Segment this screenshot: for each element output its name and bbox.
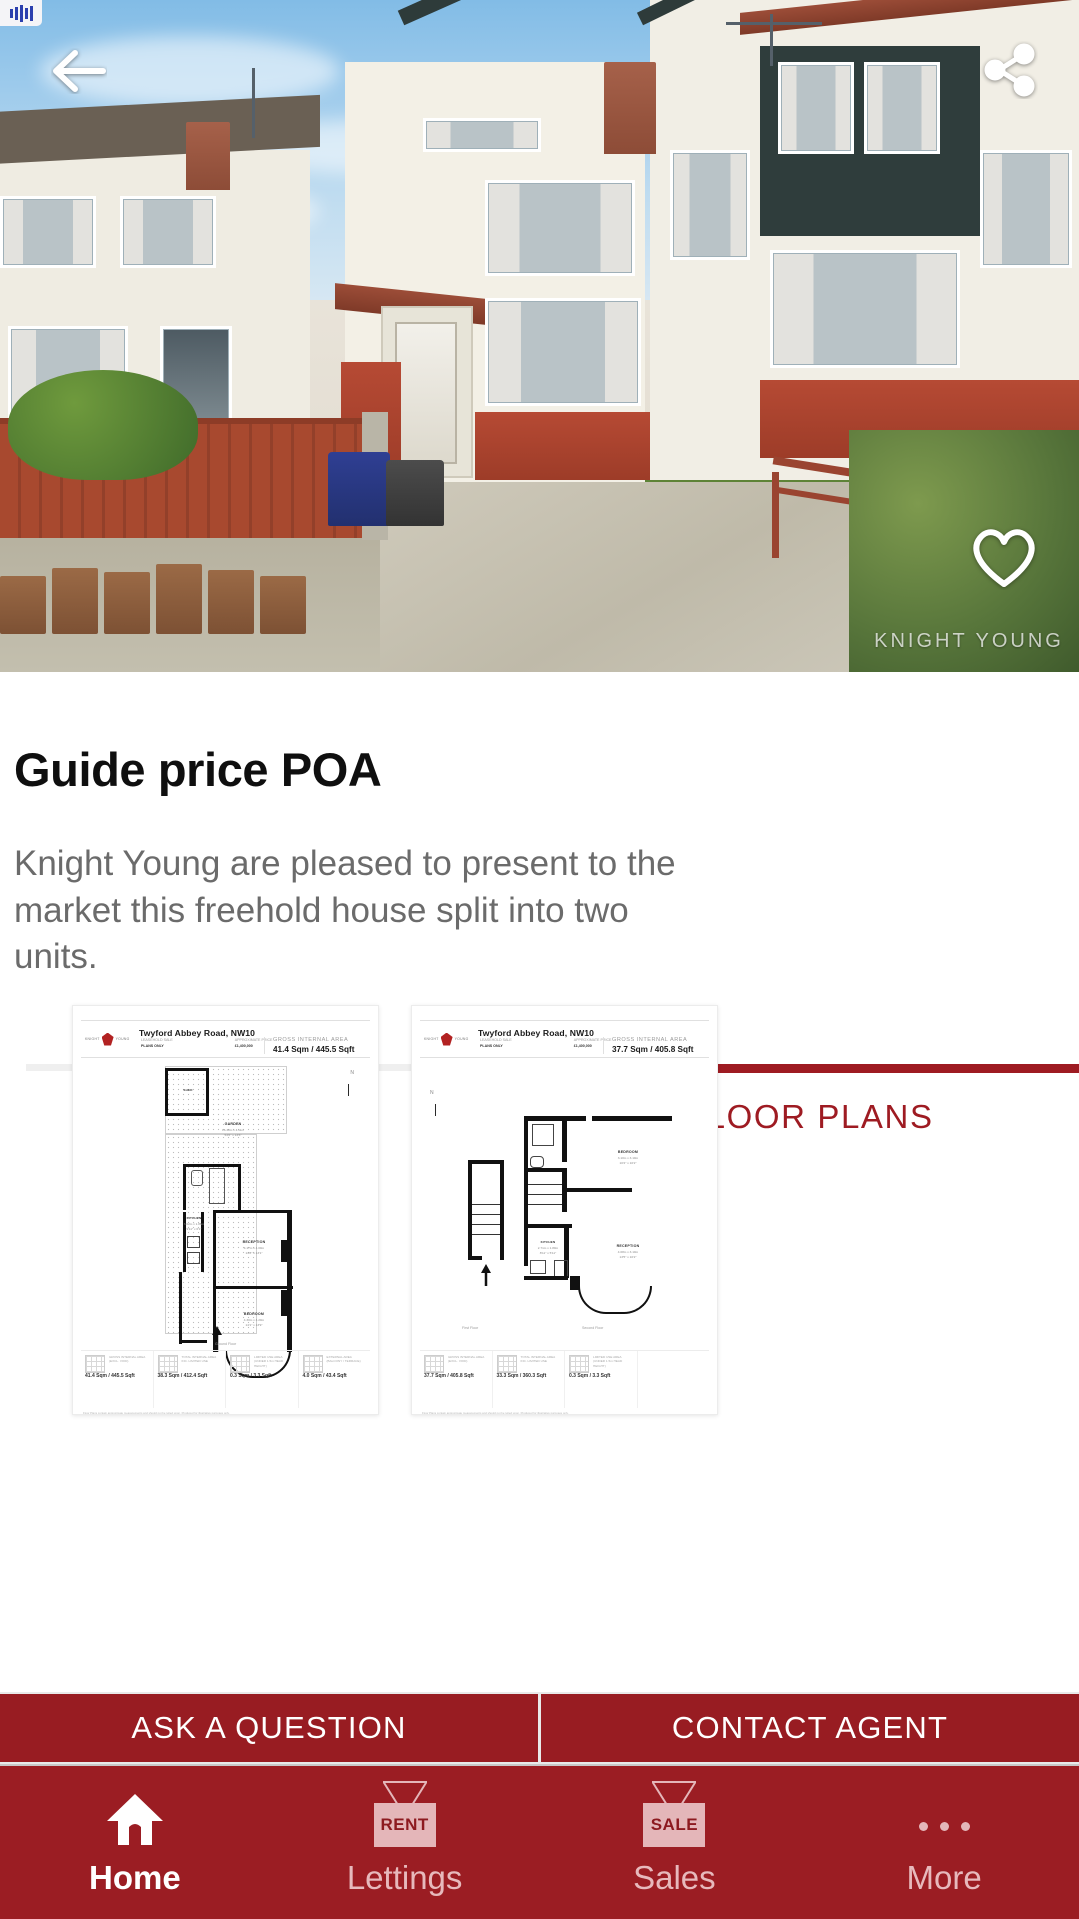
property-hero-image[interactable]: KNIGHT YOUNG — [0, 0, 1079, 672]
nav-item-sales[interactable]: SALE Sales — [540, 1766, 810, 1919]
tv-antenna — [726, 22, 822, 25]
listing-description: Knight Young are pleased to present to t… — [14, 844, 676, 977]
property-detail-screen: KNIGHT YOUNG Guide price POA Knight Youn… — [0, 0, 1079, 1919]
plan-footer: GROSS INTERNAL AREA (EXCL. VOID) 37.7 Sq… — [420, 1350, 709, 1408]
heart-outline-icon[interactable] — [967, 520, 1041, 594]
nav-item-lettings[interactable]: RENT Lettings — [270, 1766, 540, 1919]
plan-area-value: 41.4 Sqm / 445.5 Sqft — [273, 1045, 355, 1054]
knight-young-logo-icon: KNIGHT YOUNG — [420, 1026, 472, 1052]
nav-item-more[interactable]: More — [809, 1766, 1079, 1919]
plan-area-label: GROSS INTERNAL AREA — [273, 1037, 349, 1043]
plan-area-block: GROSS INTERNAL AREA 37.7 Sqm / 405.8 Sqf… — [603, 1037, 699, 1054]
plan-header: KNIGHT YOUNG Twyford Abbey Road, NW10 LE… — [420, 1020, 709, 1058]
shrub — [8, 370, 198, 480]
cta-button-bar: ASK A QUESTION CONTACT AGENT — [0, 1692, 1079, 1764]
chimney — [604, 62, 656, 154]
tv-antenna — [252, 68, 255, 138]
nav-item-home[interactable]: Home — [0, 1766, 270, 1919]
waste-bin-black — [386, 460, 444, 526]
back-arrow-icon[interactable] — [48, 40, 110, 102]
nav-label-sales: Sales — [633, 1858, 716, 1896]
subject-house-centre — [335, 0, 651, 482]
floor-caption: Ground Floor — [215, 1342, 237, 1346]
plan-header: KNIGHT YOUNG Twyford Abbey Road, NW10 LE… — [81, 1020, 370, 1058]
agent-watermark: KNIGHT YOUNG — [874, 629, 1064, 652]
plan-area-value: 37.7 Sqm / 405.8 Sqft — [612, 1045, 694, 1054]
timber-sleepers — [0, 548, 330, 634]
sale-sign-icon: SALE — [643, 1780, 706, 1847]
plan-disclaimer: Floor Plans contain approximate measurem… — [422, 1411, 569, 1415]
chimney — [186, 122, 230, 190]
bottom-navigation-bar: Home RENT Lettings SALE Sales More — [0, 1764, 1079, 1919]
plan-drawing: N First Floor BEDROOM 3.10m x 3.10m 10'2… — [412, 1064, 717, 1348]
rent-sign-icon: RENT — [373, 1780, 436, 1847]
nav-label-more: More — [906, 1858, 982, 1896]
recycling-bin-blue — [328, 452, 390, 526]
house-icon — [106, 1789, 164, 1847]
plan-sub-value-1: PLANS ONLY — [480, 1044, 503, 1048]
share-icon[interactable] — [977, 38, 1041, 102]
floor-caption-first: First Floor — [462, 1326, 479, 1330]
plan-sub-value-1: PLANS ONLY — [141, 1044, 164, 1048]
price-heading: Guide price POA — [14, 743, 382, 796]
signal-bars-icon — [0, 0, 42, 26]
north-marker: N — [350, 1070, 354, 1076]
plan-footer: GROSS INTERNAL AREA (EXCL. VOID) 41.4 Sq… — [81, 1350, 370, 1408]
plan-area-label: GROSS INTERNAL AREA — [612, 1037, 688, 1043]
floor-plan-thumbnail-2[interactable]: KNIGHT YOUNG Twyford Abbey Road, NW10 LE… — [411, 1005, 718, 1415]
plan-disclaimer: Floor Plans contain approximate measurem… — [83, 1411, 230, 1415]
plan-address: Twyford Abbey Road, NW10 — [139, 1028, 256, 1039]
plan-drawing: N SHED GARDEN 16.30m x 4.11m 53'6" x 13'… — [73, 1064, 378, 1378]
ellipsis-icon — [918, 1789, 970, 1847]
plan-area-block: GROSS INTERNAL AREA 41.4 Sqm / 445.5 Sqf… — [264, 1037, 360, 1054]
floor-plan-gallery: KNIGHT YOUNG Twyford Abbey Road, NW10 LE… — [0, 1005, 1079, 1675]
floor-plan-thumbnail-1[interactable]: KNIGHT YOUNG Twyford Abbey Road, NW10 LE… — [72, 1005, 379, 1415]
floor-caption-second: Second Floor — [582, 1326, 604, 1330]
contact-agent-button[interactable]: CONTACT AGENT — [541, 1694, 1079, 1762]
north-marker: N — [430, 1090, 434, 1096]
knight-young-logo-icon: KNIGHT YOUNG — [81, 1026, 133, 1052]
nav-label-home: Home — [89, 1858, 181, 1896]
ask-a-question-button[interactable]: ASK A QUESTION — [0, 1694, 538, 1762]
nav-label-lettings: Lettings — [346, 1858, 463, 1896]
plan-address: Twyford Abbey Road, NW10 — [478, 1028, 595, 1039]
